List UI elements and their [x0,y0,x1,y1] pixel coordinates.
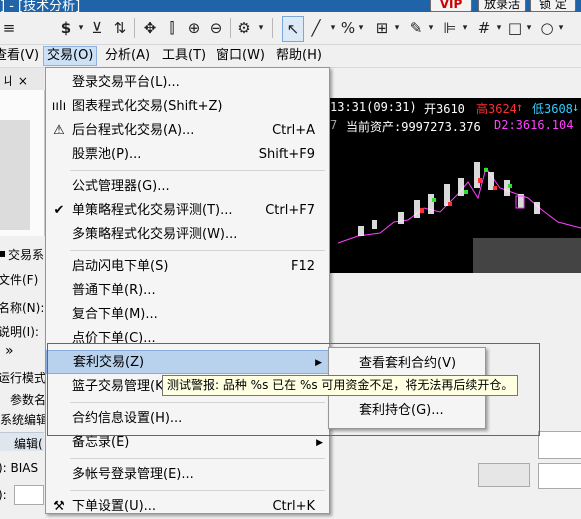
menu-item-order-settings[interactable]: ⚒ 下单设置(U)... Ctrl+K [46,495,329,519]
chart-low: 低3608 [532,102,573,116]
list-icon[interactable]: ≡ [2,16,16,40]
tab-icon: ▪ [0,246,7,260]
arrow-swap-icon[interactable]: ⇅ [110,16,130,40]
pan-icon[interactable]: ✥ [140,16,160,40]
pin-close-icon[interactable]: ㄐ × [2,72,28,89]
chart-header-area [328,68,581,99]
toolbar: ≡ $ ▾ ⊻ ⇅ ✥ ⫿ ⊕ ⊖ ⚙ ▾ ↖ ╱ ▾ % ▾ ⊞ ▾ ✎ ▾ … [0,12,581,45]
circle-icon[interactable]: ○ [538,16,556,40]
chevron-down-icon[interactable]: ▾ [328,16,338,40]
field-1[interactable]: ): BIAS [0,458,44,478]
dollar-icon[interactable]: $ [56,16,76,40]
chart-assets: 当前资产:9997273.376 [346,120,481,134]
menu-separator [70,490,325,491]
system-edit-label: 系统编辑 [0,413,49,427]
chevron-down-icon[interactable]: ▾ [494,16,504,40]
menu-help[interactable]: 帮助(H) [276,47,322,65]
menu-item-multi-account[interactable]: 多帐号登录管理(E)... [46,463,329,487]
menu-item-flash-order[interactable]: 启动闪电下单(S) F12 [46,255,329,279]
chart-high: 高3624 [476,102,517,116]
window-title: ] - [技术分析] [0,0,81,12]
chevron-down-icon[interactable]: ▾ [556,16,566,40]
right-input-3[interactable] [478,463,530,487]
run-mode-label: 运行模式 [0,371,47,385]
percent-icon[interactable]: % [340,16,356,40]
menu-item-multi-strategy-eval[interactable]: 多策略程式化交易评测(W)... [46,223,329,247]
chevron-down-icon[interactable]: ▾ [356,16,366,40]
zoom-in-icon[interactable]: ⊕ [184,16,204,40]
chart-open: 开3610 [424,102,465,116]
trade-system-tab[interactable]: ▪ 交易系 [0,243,44,263]
chevron-down-icon[interactable]: ▾ [392,16,402,40]
chart-row2-num: 7 [330,118,338,132]
chevron-down-icon[interactable]: ▾ [524,16,534,40]
grid-icon[interactable]: # [474,16,494,40]
menu-item-composite-order[interactable]: 复合下单(M)... [46,303,329,327]
right-input-1[interactable] [538,431,581,459]
left-panel-block [0,120,30,230]
kline-chart[interactable]: 13:31(09:31) 开3610 高3624 ↑ 低3608 ↓ 7 当前资… [328,98,581,273]
expand-button[interactable]: » [5,343,14,359]
menu-separator [70,170,325,171]
check-icon: ✔ [53,203,65,218]
name-label: 名称(N): [0,301,45,315]
align-icon[interactable]: ⊫ [440,16,460,40]
menu-item-normal-order[interactable]: 普通下单(R)... [46,279,329,303]
chart-d2: D2:3616.104 [494,118,574,132]
tools-icon: ⚒ [53,499,65,514]
chevron-down-icon[interactable]: ▾ [460,16,470,40]
left-panel-body [0,90,45,236]
menu-trade[interactable]: 交易(O) [43,46,98,66]
menu-view[interactable]: 查看(V) [0,47,39,65]
chart-bottom-strip [473,238,581,273]
chevron-down-icon[interactable]: ▾ [256,16,266,40]
rect-icon[interactable]: □ [506,16,524,40]
pen-icon[interactable]: ✎ [406,16,426,40]
right-input-2[interactable] [538,463,581,489]
filter-icon[interactable]: ⊻ [88,16,106,40]
menu-item-formula-manager[interactable]: 公式管理器(G)... [46,175,329,199]
menu-separator [70,250,325,251]
warning-icon: ⚠ [53,123,65,138]
title-bar: ] - [技术分析] VIP 放录活 锁 定 [0,0,581,12]
menu-item-single-strategy-eval[interactable]: ✔ 单策略程式化交易评测(T)... Ctrl+F7 [46,199,329,223]
menu-item-background-trading[interactable]: ⚠ 后台程式化交易(A)... Ctrl+A [46,119,329,143]
zoom-out-icon[interactable]: ⊖ [206,16,226,40]
menu-item-stock-pool[interactable]: 股票池(P)... Shift+F9 [46,143,329,167]
ruler-icon[interactable]: ⊞ [372,16,392,40]
menu-bar: 查看(V) 交易(O) 分析(A) 工具(T) 窗口(W) 帮助(H) [0,45,581,68]
field-2-input[interactable] [14,485,44,505]
slider-icon[interactable]: ⫿ [164,16,180,40]
menu-item-chart-trading[interactable]: ıılı 图表程式化交易(Shift+Z) [46,95,329,119]
menu-item-login-platform[interactable]: 登录交易平台(L)... [46,71,329,95]
file-menu-label[interactable]: 文件(F) [0,271,38,288]
line-icon[interactable]: ╱ [306,16,326,40]
chevron-down-icon[interactable]: ▾ [426,16,436,40]
title-button-2[interactable]: 放录活 [478,0,526,12]
chart-bars-icon: ıılı [51,99,67,114]
menu-analysis[interactable]: 分析(A) [105,47,150,65]
desc-label: 说明(I): [0,325,39,339]
up-arrow-icon: ↑ [516,100,524,114]
menu-tools[interactable]: 工具(T) [162,47,206,65]
menu-separator [70,458,325,459]
lock-button[interactable]: 锁 定 [530,0,576,12]
field-2[interactable]: ): [0,485,44,505]
param-name-label: 参数名 [10,393,47,407]
trade-menu: 登录交易平台(L)... ıılı 图表程式化交易(Shift+Z) ⚠ 后台程式化… [45,67,330,514]
edit-tab[interactable]: 编辑( [0,432,44,451]
menu-window[interactable]: 窗口(W) [216,47,265,65]
highlight-box [47,343,540,436]
panel-header: ㄐ × [0,68,44,91]
chart-time: 13:31(09:31) [330,100,417,114]
gear-icon[interactable]: ⚙ [234,16,254,40]
vip-button[interactable]: VIP [430,0,472,12]
down-arrow-icon: ↓ [572,100,580,114]
chevron-down-icon[interactable]: ▾ [76,16,86,40]
pointer-icon[interactable]: ↖ [282,16,304,42]
